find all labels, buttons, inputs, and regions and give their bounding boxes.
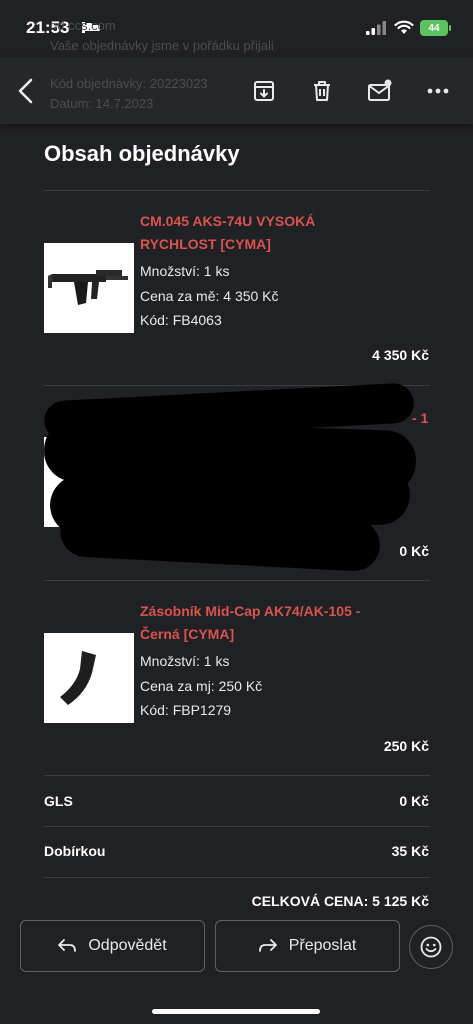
product-name-line: Zásobník Mid-Cap AK74/AK-105 - bbox=[140, 603, 361, 619]
mark-unread-button[interactable] bbox=[366, 77, 394, 105]
archive-button[interactable] bbox=[250, 77, 278, 105]
reply-icon bbox=[58, 939, 77, 952]
chevron-left-icon bbox=[18, 78, 33, 104]
product-name-line: RYCHLOST [CYMA] bbox=[140, 236, 271, 252]
cod-value: 35 Kč bbox=[391, 843, 429, 859]
message-toolbar: Kód objednávky: 20223023 Datum: 14.7.202… bbox=[0, 58, 473, 124]
product-unit-price: Cena za mě: 4 350 Kč bbox=[140, 288, 279, 304]
product-total: 4 350 Kč bbox=[372, 347, 429, 363]
battery-level: 44 bbox=[428, 22, 440, 34]
status-bar: 21:53 od ccs.com Vaše objednávky jsme v … bbox=[0, 0, 473, 58]
battery-indicator: 44 bbox=[420, 20, 451, 36]
product-image-rifle[interactable] bbox=[44, 243, 134, 333]
divider bbox=[44, 190, 430, 191]
more-horizontal-icon bbox=[427, 88, 449, 94]
divider bbox=[44, 775, 430, 776]
product-name-line: Černá [CYMA] bbox=[140, 626, 235, 642]
background-line: Vaše objednávky jsme v pořádku přijali bbox=[50, 38, 274, 53]
reply-label: Odpovědět bbox=[88, 937, 167, 954]
background-sender: od ccs.com bbox=[50, 18, 116, 33]
shipping-label: GLS bbox=[44, 793, 73, 809]
product-quantity: Množství: 1 ks bbox=[140, 653, 230, 669]
forward-icon bbox=[258, 939, 277, 952]
mail-unread-icon bbox=[368, 79, 392, 101]
emoji-reaction-button[interactable] bbox=[409, 925, 453, 969]
wifi-icon bbox=[394, 20, 414, 34]
emoji-reaction-icon bbox=[420, 936, 442, 958]
reply-button[interactable]: Odpovědět bbox=[20, 920, 205, 972]
product-quantity: Množství: 1 ks bbox=[140, 263, 230, 279]
home-indicator[interactable] bbox=[152, 1009, 320, 1014]
background-order-date: Datum: 14.7.2023 bbox=[50, 96, 154, 111]
back-button[interactable] bbox=[12, 77, 40, 105]
product-unit-price: Cena za mj: 250 Kč bbox=[140, 678, 263, 694]
divider bbox=[44, 877, 430, 878]
forward-button[interactable]: Přeposlat bbox=[215, 920, 400, 972]
product-link-aks74u[interactable]: CM.045 AKS-74U VYSOKÁ RYCHLOST [CYMA] bbox=[140, 210, 420, 256]
product-image-magazine[interactable] bbox=[44, 633, 134, 723]
cod-label: Dobírkou bbox=[44, 843, 106, 859]
product-total: 250 Kč bbox=[383, 738, 429, 754]
grand-total: CELKOVÁ CENA: 5 125 Kč bbox=[251, 893, 429, 909]
more-options-button[interactable] bbox=[424, 77, 452, 105]
product-total-partial: 0 Kč bbox=[399, 543, 429, 559]
product-code: Kód: FBP1279 bbox=[140, 702, 232, 718]
product-link-magazine[interactable]: Zásobník Mid-Cap AK74/AK-105 - Černá [CY… bbox=[140, 600, 420, 646]
trash-icon bbox=[314, 81, 330, 101]
magazine-image bbox=[60, 651, 96, 705]
forward-label: Přeposlat bbox=[288, 937, 357, 954]
delete-button[interactable] bbox=[308, 77, 336, 105]
archive-icon bbox=[254, 81, 274, 101]
rifle-image bbox=[48, 270, 128, 305]
product-name-partial: - 1 bbox=[412, 410, 429, 426]
divider bbox=[44, 580, 430, 581]
background-order-code: Kód objednávky: 20223023 bbox=[50, 76, 208, 91]
product-name-line: CM.045 AKS-74U VYSOKÁ bbox=[140, 213, 316, 229]
shipping-value: 0 Kč bbox=[399, 793, 429, 809]
divider bbox=[44, 826, 430, 827]
cellular-signal-icon bbox=[366, 21, 386, 35]
order-contents-heading: Obsah objednávky bbox=[44, 141, 240, 166]
product-code: Kód: FB4063 bbox=[140, 312, 222, 328]
